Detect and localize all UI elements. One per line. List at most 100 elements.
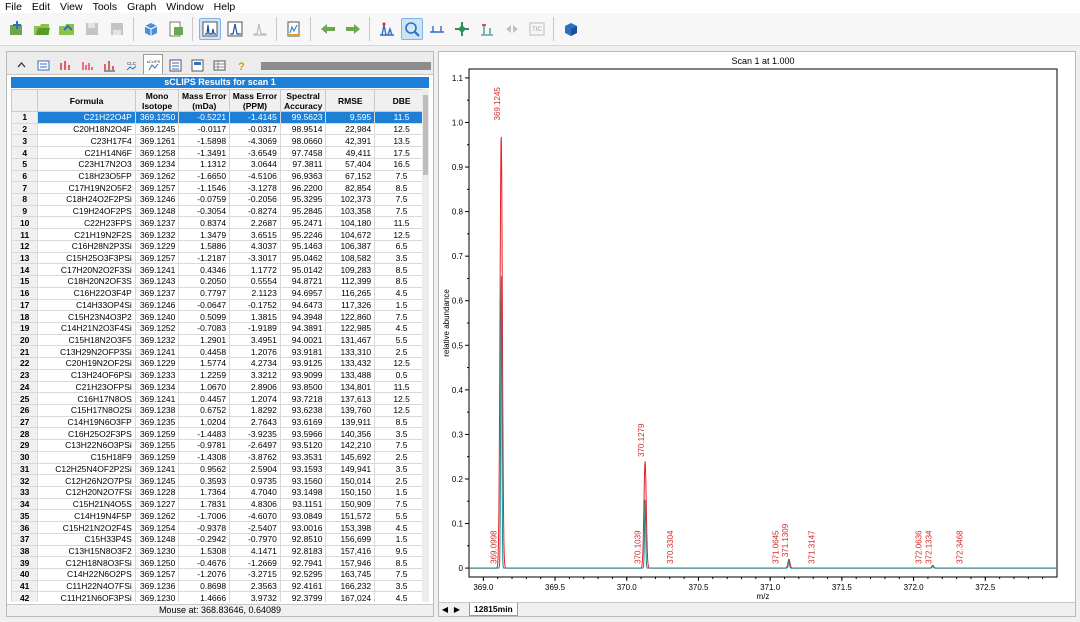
menu-help[interactable]: Help bbox=[209, 1, 241, 13]
mono-isotope-cell: 369.1262 bbox=[134, 509, 180, 523]
table-row[interactable]: 33 C12H20N2O7FSi 369.1228 1.7364 4.7040 93.14… bbox=[11, 486, 429, 499]
report-icon[interactable] bbox=[187, 56, 207, 74]
table-row[interactable]: 8 C18H24O2F2PSi 369.1246 -0.0759 -0.2056 95.3… bbox=[11, 193, 429, 206]
table-row[interactable]: 40 C14H22N6O2PS 369.1257 -1.2076 -3.2715 92.5… bbox=[11, 568, 429, 581]
mass-icon[interactable] bbox=[99, 56, 119, 74]
tab-prev-icon[interactable]: ◀ bbox=[439, 604, 451, 616]
table-row[interactable]: 21 C13H29N2OFP3Si 369.1241 0.4458 1.2076 93.9… bbox=[11, 345, 429, 359]
table-row[interactable]: 3 C23H17F4 369.1261 -1.5898 -4.3069 98.0660 42… bbox=[11, 134, 429, 148]
peak-pick-icon[interactable] bbox=[376, 18, 398, 40]
clc-icon[interactable]: CLC bbox=[121, 56, 141, 74]
table-row[interactable]: 4 C21H14N6F 369.1258 -1.3491 -3.6549 97.7458 4… bbox=[11, 146, 429, 159]
mass-error-ppm-cell: 0.9735 bbox=[229, 474, 281, 487]
y-tick-label: 1.0 bbox=[452, 118, 464, 127]
table-row[interactable]: 41 C11H22N4O7FSi 369.1236 0.8698 2.3563 92.41… bbox=[11, 579, 429, 593]
scrollbar-thumb[interactable] bbox=[423, 95, 428, 175]
menu-file[interactable]: File bbox=[0, 1, 27, 13]
list-icon[interactable] bbox=[33, 56, 53, 74]
table-row[interactable]: 32 C12H26N2O7PSi 369.1245 0.3593 0.9735 93.15… bbox=[11, 474, 429, 487]
grid-vertical-scrollbar[interactable] bbox=[422, 89, 429, 602]
3d-cube-icon[interactable] bbox=[560, 18, 582, 40]
tab-strip-scrollbar[interactable] bbox=[261, 62, 431, 70]
table-row[interactable]: 7 C17H19N2O5F2 369.1257 -1.1546 -3.1278 96.22… bbox=[11, 181, 429, 195]
scan-tab[interactable]: 12815min bbox=[469, 603, 518, 616]
table-row[interactable]: 34 C15H21N4O5S 369.1227 1.7831 4.8306 93.1151… bbox=[11, 497, 429, 511]
table-row[interactable]: 22 C20H19N2OF2Si 369.1229 1.5774 4.2734 93.91… bbox=[11, 357, 429, 370]
peak-view-icon[interactable] bbox=[224, 18, 246, 40]
table-row[interactable]: 26 C15H17N8O2Si 369.1238 0.6752 1.8292 93.623… bbox=[11, 403, 429, 417]
menu-graph[interactable]: Graph bbox=[122, 1, 161, 13]
table-row[interactable]: 17 C14H33OP4Si 369.1246 -0.0647 -0.1752 94.64… bbox=[11, 298, 429, 312]
column-header-idx[interactable] bbox=[11, 89, 39, 112]
tic-label-icon[interactable]: TIC bbox=[526, 18, 548, 40]
table-row[interactable]: 37 C15H33P4S 369.1248 -0.2942 -0.7970 92.8510… bbox=[11, 532, 429, 546]
column-header-mono[interactable]: Mono Isotope bbox=[134, 89, 180, 112]
spectrum-view-icon[interactable] bbox=[198, 18, 221, 40]
chromatogram-icon[interactable] bbox=[249, 18, 271, 40]
column-header-formula[interactable]: Formula bbox=[37, 89, 136, 112]
table-row[interactable]: 36 C15H21N2O2F4S 369.1254 -0.9378 -2.5407 93.… bbox=[11, 521, 429, 534]
tab-next-icon[interactable]: ▶ bbox=[451, 604, 463, 616]
open-folder-icon[interactable] bbox=[31, 18, 53, 40]
marker-icon[interactable] bbox=[476, 18, 498, 40]
table-row[interactable]: 1 C21H22O4P 369.1250 -0.5221 -1.4145 99.5623 9… bbox=[11, 111, 429, 124]
table-row[interactable]: 15 C18H20N2OF3S 369.1243 0.2050 0.5554 94.872… bbox=[11, 275, 429, 288]
save-disabled-icon[interactable] bbox=[81, 18, 103, 40]
column-header-dbe[interactable]: DBE bbox=[374, 89, 429, 112]
column-header-err_mda[interactable]: Mass Error (mDa) bbox=[178, 89, 231, 112]
table-row[interactable]: 13 C15H25O3F3PSi 369.1257 -1.2187 -3.3017 95.… bbox=[11, 251, 429, 265]
table-row[interactable]: 6 C18H23O5FP 369.1262 -1.6650 -4.5106 96.9363… bbox=[11, 169, 429, 183]
settings-icon[interactable] bbox=[165, 56, 185, 74]
baseline-icon[interactable] bbox=[426, 18, 448, 40]
table-row[interactable]: 20 C15H18N2O3F5 369.1232 1.2901 3.4951 94.002… bbox=[11, 333, 429, 347]
table-row[interactable]: 42 C11H21N6OF3PSi 369.1230 1.4666 3.9732 92.3… bbox=[11, 591, 429, 602]
crosshair-icon[interactable] bbox=[451, 18, 473, 40]
table-icon[interactable] bbox=[209, 56, 229, 74]
table-row[interactable]: 10 C22H23FPS 369.1237 0.8374 2.2687 95.2471 10… bbox=[11, 216, 429, 230]
menu-edit[interactable]: Edit bbox=[27, 1, 55, 13]
table-row[interactable]: 5 C23H17N2O3 369.1234 1.1312 3.0644 97.3811 57… bbox=[11, 157, 429, 171]
table-row[interactable]: 31 C12H25N4OF2P2Si 369.1241 0.9562 2.5904 93.… bbox=[11, 462, 429, 476]
export-icon[interactable] bbox=[165, 18, 187, 40]
table-row[interactable]: 30 C15H18F9 369.1259 -1.4308 -3.8762 93.3531 1… bbox=[11, 450, 429, 464]
peak-label-icon[interactable] bbox=[55, 56, 75, 74]
table-row[interactable]: 38 C13H15N8O3F2 369.1230 1.5308 4.1471 92.818… bbox=[11, 544, 429, 558]
column-header-err_ppm[interactable]: Mass Error (PPM) bbox=[229, 89, 281, 112]
table-row[interactable]: 12 C16H28N2P3Si 369.1229 1.5886 4.3037 95.146… bbox=[11, 239, 429, 253]
column-header-rmse[interactable]: RMSE bbox=[325, 89, 376, 112]
table-row[interactable]: 11 C21H19N2F2S 369.1232 1.3479 3.6515 95.2246… bbox=[11, 228, 429, 241]
table-row[interactable]: 27 C14H19N6O3FP 369.1235 1.0204 2.7643 93.616… bbox=[11, 415, 429, 429]
table-row[interactable]: 16 C16H22O3F4P 369.1237 0.7797 2.1123 94.6957… bbox=[11, 286, 429, 300]
column-header-acc[interactable]: Spectral Accuracy bbox=[279, 89, 327, 112]
spectrum-chart[interactable]: Scan 1 at 1.000 relative abundance m/z 0 0.1… bbox=[439, 52, 1075, 602]
table-row[interactable]: 23 C13H24OF6PSi 369.1233 1.2259 3.3212 93.909… bbox=[11, 368, 429, 382]
table-row[interactable]: 18 C15H23N4O3P2 369.1240 0.5099 1.3815 94.394… bbox=[11, 310, 429, 323]
open-data-icon[interactable] bbox=[56, 18, 78, 40]
table-row[interactable]: 19 C14H21N2O3F4Si 369.1252 -0.7083 -1.9189 94… bbox=[11, 321, 429, 335]
sclips-icon[interactable]: sCLIPS bbox=[143, 54, 163, 74]
tic-icon[interactable] bbox=[501, 18, 523, 40]
table-row[interactable]: 14 C17H20N2O2F3Si 369.1241 0.4346 1.1772 95.0… bbox=[11, 263, 429, 277]
row-index: 33 bbox=[11, 486, 39, 499]
table-row[interactable]: 39 C12H18N8O3FSi 369.1250 -0.4676 -1.2669 92.… bbox=[11, 556, 429, 570]
up-arrow-icon[interactable] bbox=[11, 56, 31, 74]
table-row[interactable]: 35 C14H19N4F5P 369.1262 -1.7006 -4.6070 93.08… bbox=[11, 509, 429, 523]
table-row[interactable]: 25 C16H17N8OS 369.1241 0.4457 1.2074 93.7218 1… bbox=[11, 392, 429, 405]
calibration-icon[interactable] bbox=[283, 18, 305, 40]
new-method-icon[interactable] bbox=[6, 18, 28, 40]
cube-icon[interactable] bbox=[140, 18, 162, 40]
table-row[interactable]: 28 C16H25O2F3PS 369.1259 -1.4483 -3.9235 93.5… bbox=[11, 427, 429, 441]
table-row[interactable]: 24 C21H23OFPSi 369.1234 1.0670 2.8906 93.8500… bbox=[11, 380, 429, 394]
isotope-icon[interactable] bbox=[77, 56, 97, 74]
print-disabled-icon[interactable] bbox=[106, 18, 128, 40]
zoom-icon[interactable] bbox=[400, 18, 423, 40]
menu-view[interactable]: View bbox=[55, 1, 88, 13]
menu-tools[interactable]: Tools bbox=[88, 1, 123, 13]
table-row[interactable]: 2 C20H18N2O4F 369.1245 -0.0117 -0.0317 98.951… bbox=[11, 122, 429, 136]
back-arrow-icon[interactable] bbox=[317, 18, 339, 40]
menu-window[interactable]: Window bbox=[161, 1, 208, 13]
forward-arrow-icon[interactable] bbox=[342, 18, 364, 40]
help-icon[interactable]: ? bbox=[231, 56, 251, 74]
table-row[interactable]: 29 C13H22N6O3PSi 369.1255 -0.9781 -2.6497 93.… bbox=[11, 439, 429, 452]
table-row[interactable]: 9 C19H24OF2PS 369.1248 -0.3054 -0.8274 95.284… bbox=[11, 204, 429, 218]
